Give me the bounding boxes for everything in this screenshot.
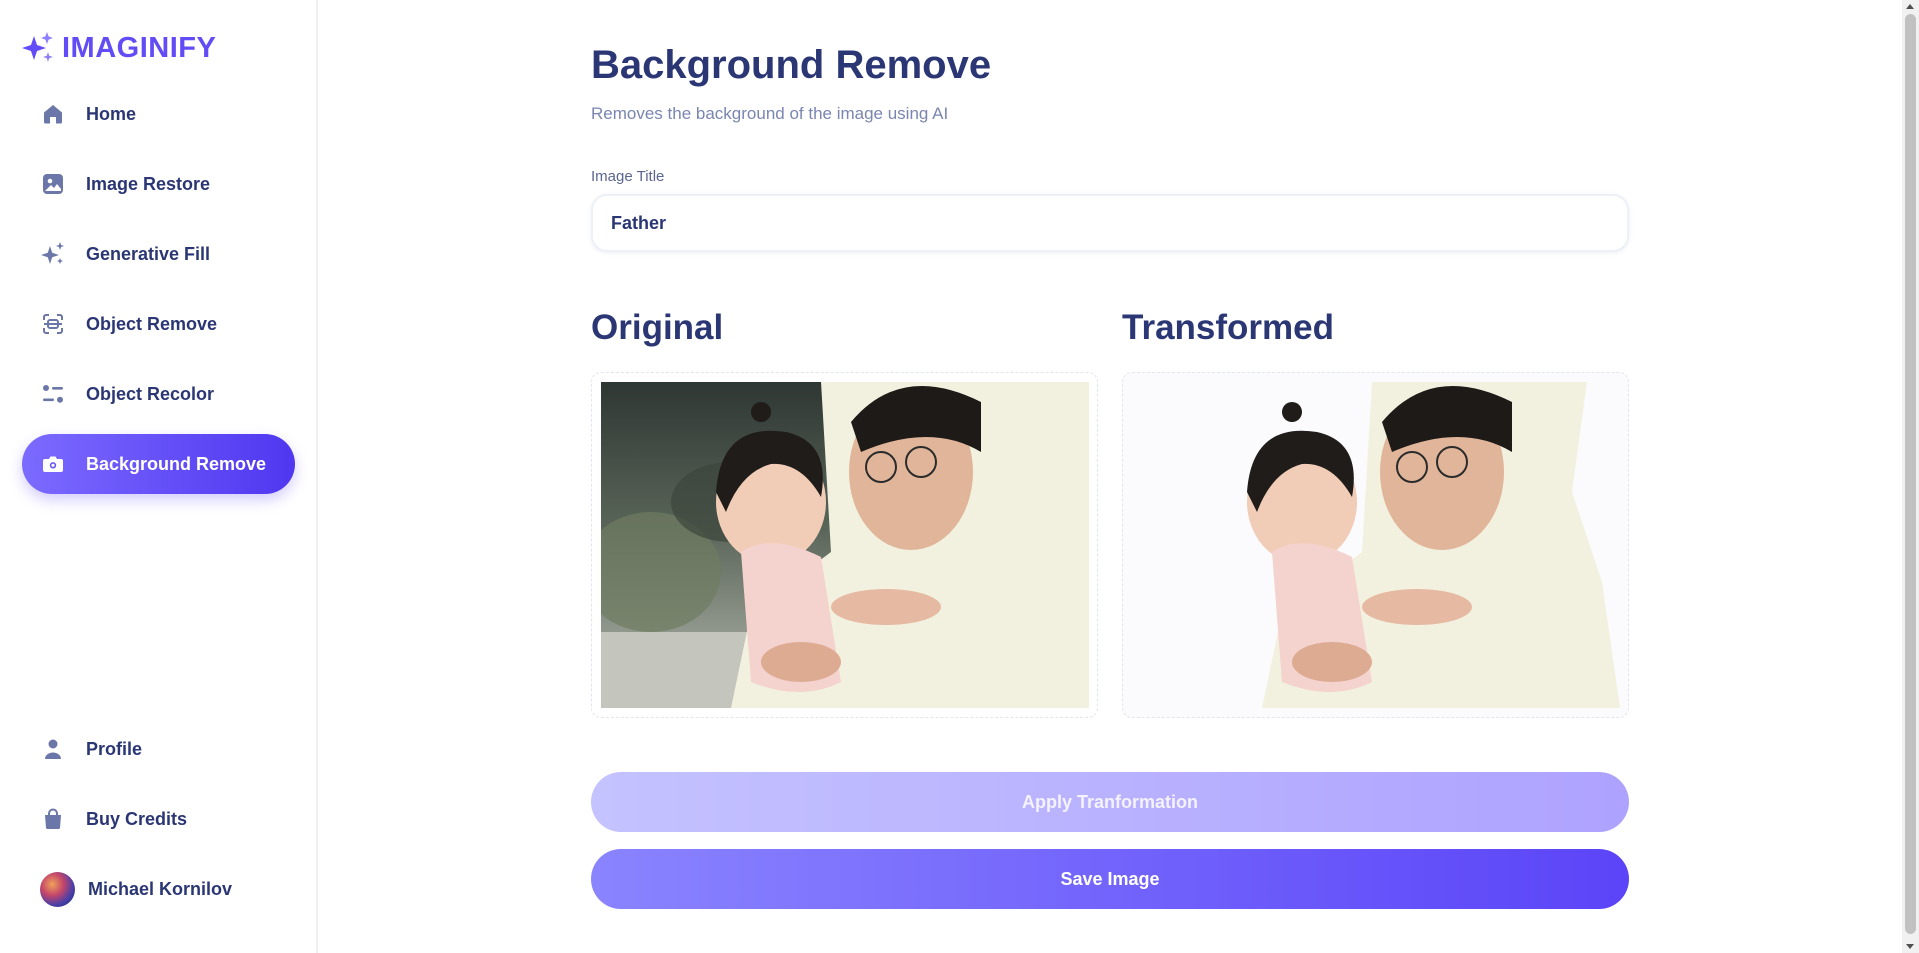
original-heading: Original [591, 308, 724, 347]
app-name: IMAGINIFY [62, 31, 217, 64]
sidebar-item-generative-fill[interactable]: Generative Fill [22, 224, 295, 284]
sidebar-item-label: Object Remove [86, 313, 218, 334]
filter-icon [40, 381, 66, 407]
user-profile[interactable]: Michael Kornilov [22, 859, 295, 919]
home-icon [40, 101, 66, 127]
image-title-input[interactable] [591, 194, 1629, 252]
transformed-image-frame[interactable] [1122, 372, 1629, 718]
main-nav: Home Image Restore Generative Fill Objec… [22, 84, 295, 504]
transformed-panel: Transformed [1122, 308, 1629, 718]
sidebar-item-background-remove[interactable]: Background Remove [22, 434, 295, 494]
sidebar-item-home[interactable]: Home [22, 84, 295, 144]
logo-sparkle-icon [22, 32, 53, 62]
sidebar: IMAGINIFY Home Image Restore Generative … [0, 0, 318, 953]
image-icon [40, 171, 66, 197]
sidebar-item-label: Home [86, 103, 137, 124]
apply-transformation-button[interactable]: Apply Tranformation [591, 772, 1629, 832]
page-title: Background Remove [591, 43, 992, 87]
sidebar-item-label: Image Restore [86, 173, 211, 194]
original-image-frame[interactable] [591, 372, 1098, 718]
user-icon [40, 736, 66, 762]
transformed-image[interactable] [1132, 382, 1620, 708]
vertical-scrollbar[interactable] [1902, 0, 1919, 953]
scroll-down-icon[interactable] [1906, 944, 1914, 949]
sidebar-item-object-remove[interactable]: Object Remove [22, 294, 295, 354]
main-content: Background Remove Removes the background… [591, 40, 1629, 909]
bag-icon [40, 806, 66, 832]
sidebar-item-label: Generative Fill [86, 243, 211, 264]
transformed-heading: Transformed [1122, 308, 1334, 347]
sidebar-item-image-restore[interactable]: Image Restore [22, 154, 295, 214]
app-logo[interactable]: IMAGINIFY [20, 30, 216, 66]
sidebar-bottom: Profile Buy Credits Michael Kornilov [22, 719, 295, 919]
sidebar-item-profile[interactable]: Profile [22, 719, 295, 779]
camera-icon [40, 451, 66, 477]
image-title-label: Image Title [591, 168, 665, 185]
sidebar-item-object-recolor[interactable]: Object Recolor [22, 364, 295, 424]
avatar-icon[interactable] [40, 871, 75, 907]
scroll-thumb[interactable] [1905, 14, 1916, 934]
scroll-up-icon[interactable] [1906, 4, 1914, 9]
original-image[interactable] [601, 382, 1089, 708]
sidebar-item-buy-credits[interactable]: Buy Credits [22, 789, 295, 849]
original-panel: Original [591, 308, 1098, 718]
sidebar-item-label: Profile [86, 738, 143, 759]
scan-icon [40, 311, 66, 337]
image-panels: Original Transformed [591, 308, 1629, 718]
page-subtitle: Removes the background of the image usin… [591, 104, 949, 123]
save-image-button[interactable]: Save Image [591, 849, 1629, 909]
sidebar-item-label: Background Remove [86, 453, 267, 474]
sparkles-icon [40, 241, 66, 267]
sidebar-item-label: Object Recolor [86, 383, 215, 404]
user-name: Michael Kornilov [88, 878, 233, 899]
sidebar-item-label: Buy Credits [86, 808, 188, 829]
